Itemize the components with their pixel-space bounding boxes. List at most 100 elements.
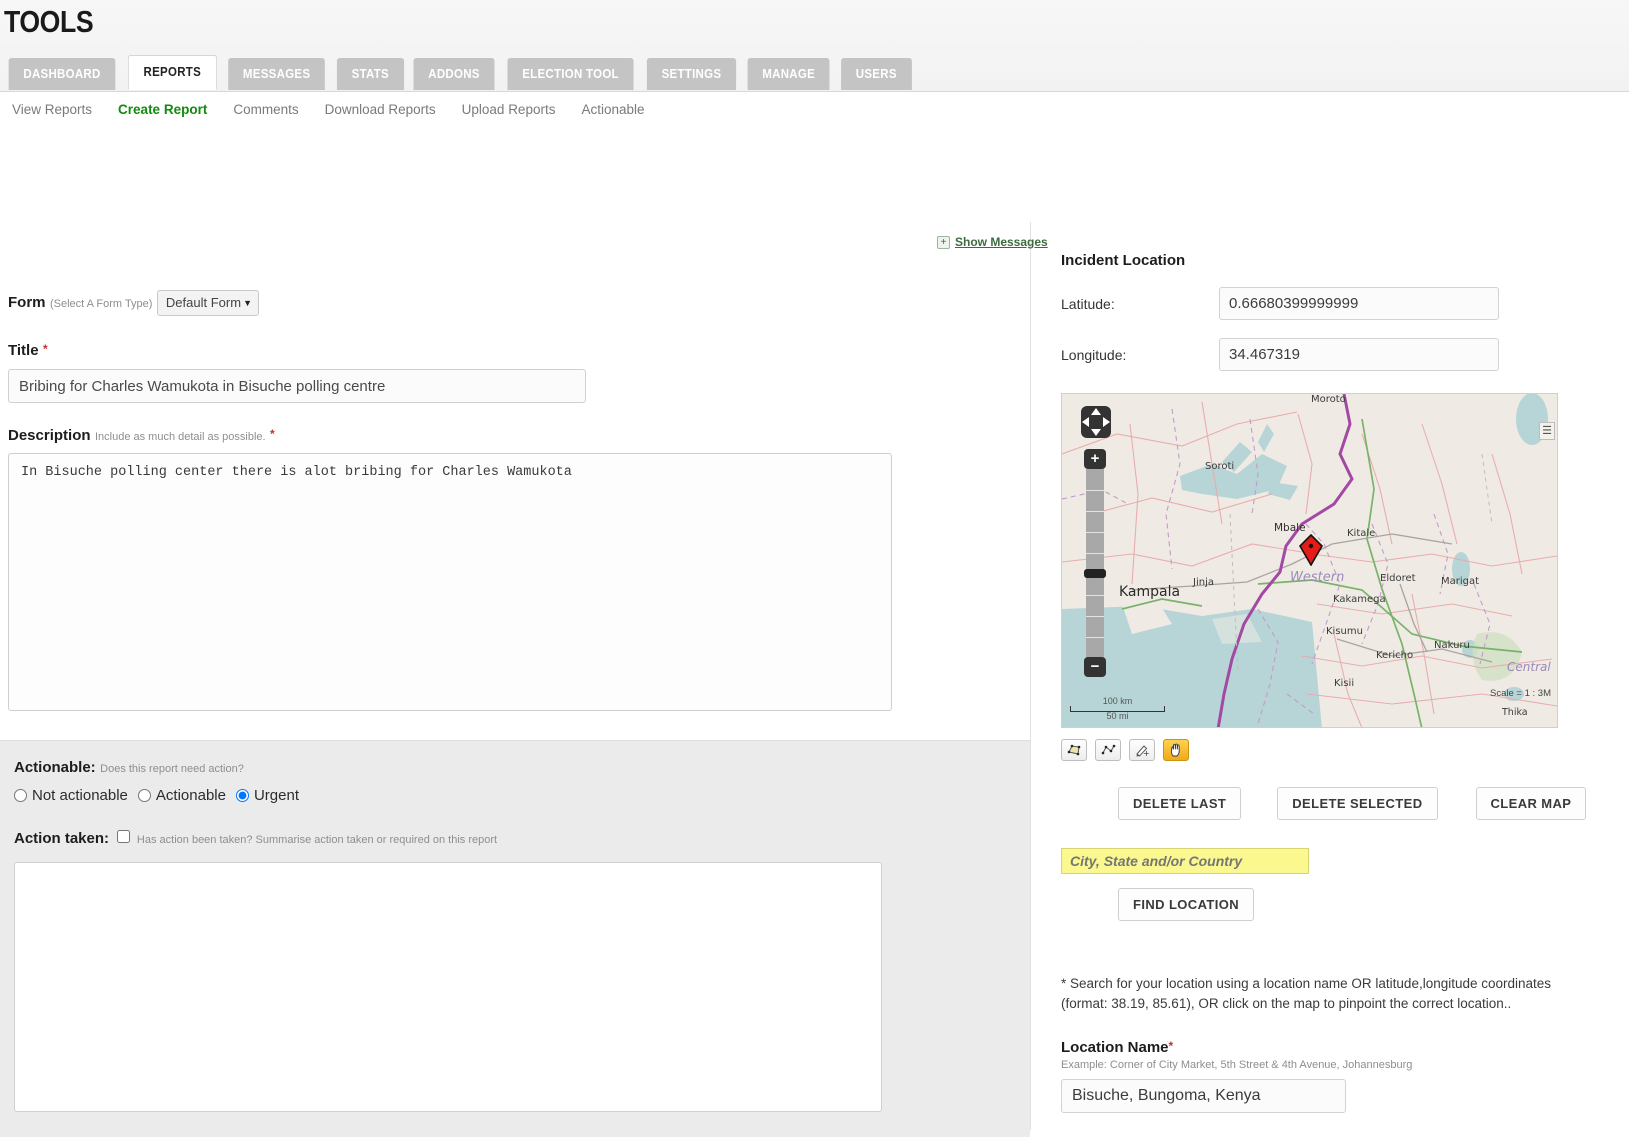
subnav-view-reports[interactable]: View Reports: [12, 102, 92, 117]
tab-election-tool[interactable]: ELECTION TOOL: [507, 58, 634, 90]
action-taken-checkbox[interactable]: [117, 830, 131, 843]
map-label-kakamega: Kakamega: [1333, 594, 1386, 605]
location-map[interactable]: Kampala Jinja Soroti Moroto Mbale Kitale…: [1061, 393, 1558, 728]
latitude-input[interactable]: [1219, 287, 1499, 320]
tab-addons[interactable]: ADDONS: [413, 58, 495, 90]
map-label-western: Western: [1290, 570, 1345, 585]
tab-manage[interactable]: MANAGE: [747, 58, 831, 90]
show-messages-link[interactable]: Show Messages: [955, 235, 1048, 249]
longitude-label: Longitude:: [1061, 346, 1127, 363]
longitude-row: Longitude:: [1061, 338, 1601, 371]
primary-tabs: DASHBOARD REPORTS MESSAGES STATS ADDONS …: [4, 55, 914, 90]
clear-map-button[interactable]: CLEAR MAP: [1475, 787, 1587, 820]
description-required-mark: *: [270, 427, 275, 441]
form-label: Form: [8, 294, 46, 311]
tab-dashboard[interactable]: DASHBOARD: [8, 58, 116, 90]
radio-not-actionable[interactable]: Not actionable: [14, 787, 128, 804]
radio-actionable-label: Actionable: [155, 787, 226, 804]
map-label-soroti: Soroti: [1205, 461, 1235, 472]
description-textarea[interactable]: [8, 453, 892, 711]
location-name-input[interactable]: [1061, 1079, 1346, 1114]
map-label-kampala: Kampala: [1119, 584, 1181, 600]
radio-actionable[interactable]: Actionable: [137, 787, 226, 804]
plus-icon[interactable]: +: [937, 235, 950, 249]
title-required-mark: *: [43, 342, 48, 356]
map-label-marigat: Marigat: [1441, 576, 1480, 587]
map-label-thika: Thika: [1502, 707, 1528, 718]
chevron-down-icon: ▼: [243, 298, 252, 308]
map-action-buttons: DELETE LAST DELETE SELECTED CLEAR MAP: [1061, 787, 1601, 820]
tab-users[interactable]: USERS: [840, 58, 912, 90]
description-hint: Include as much detail as possible.: [94, 431, 266, 443]
title-field: Title *: [0, 342, 1030, 403]
description-field: Description Include as much detail as po…: [0, 427, 1030, 716]
pan-hand-icon[interactable]: [1163, 739, 1189, 761]
tab-messages[interactable]: MESSAGES: [228, 58, 326, 90]
show-messages-toggle[interactable]: + Show Messages: [937, 235, 1048, 249]
map-scale-mi: 50 mi: [1106, 711, 1129, 721]
action-taken-label: Action taken:: [14, 830, 110, 847]
longitude-input[interactable]: [1219, 338, 1499, 371]
subnav-create-report[interactable]: Create Report: [118, 102, 207, 117]
map-scale-text: Scale = 1 : 3M: [1490, 688, 1551, 699]
actionable-panel: Actionable: Does this report need action…: [0, 740, 1030, 1137]
location-help-text: * Search for your location using a locat…: [1061, 976, 1552, 1011]
sub-navigation: View Reports Create Report Comments Down…: [12, 102, 645, 117]
action-taken-textarea[interactable]: [14, 862, 882, 1112]
actionable-radio-group: Not actionable Actionable Urgent: [14, 787, 1016, 804]
title-input[interactable]: [8, 369, 586, 403]
form-type-select[interactable]: Default Form ▼: [156, 290, 259, 316]
map-layers-icon[interactable]: ☰: [1539, 422, 1555, 440]
map-label-jinja: Jinja: [1193, 577, 1214, 588]
map-label-central: Central: [1507, 660, 1551, 674]
latitude-row: Latitude:: [1061, 287, 1601, 320]
subnav-comments[interactable]: Comments: [233, 102, 298, 117]
title-label: Title: [8, 342, 39, 359]
subnav-upload-reports[interactable]: Upload Reports: [462, 102, 556, 117]
draw-polygon-icon[interactable]: [1061, 739, 1087, 761]
find-location-button[interactable]: FIND LOCATION: [1118, 888, 1255, 921]
map-zoom-out-button[interactable]: −: [1084, 657, 1106, 677]
map-zoom-track[interactable]: [1084, 469, 1106, 657]
app-title: TOOLS: [4, 4, 94, 39]
map-zoom-in-button[interactable]: +: [1084, 449, 1106, 469]
svg-text:+: +: [1143, 749, 1150, 757]
actionable-heading: Actionable: Does this report need action…: [14, 759, 1016, 777]
radio-not-actionable-label: Not actionable: [32, 787, 128, 804]
location-search-input[interactable]: [1061, 848, 1309, 874]
map-label-nakuru: Nakuru: [1434, 640, 1470, 651]
location-name-required-mark: *: [1168, 1039, 1174, 1054]
incident-location-title: Incident Location: [1061, 252, 1186, 269]
radio-not-actionable-input[interactable]: [14, 789, 27, 802]
column-divider: [1030, 222, 1031, 1130]
top-header: TOOLS DASHBOARD REPORTS MESSAGES STATS A…: [0, 0, 1629, 117]
report-form-column: Form (Select A Form Type) Default Form ▼ …: [0, 222, 1030, 1137]
tab-reports[interactable]: REPORTS: [127, 55, 217, 90]
delete-last-button[interactable]: DELETE LAST: [1118, 787, 1242, 820]
find-location-row: FIND LOCATION: [1061, 888, 1601, 921]
map-label-eldoret: Eldoret: [1380, 573, 1416, 584]
location-name-heading: Location Name*: [1061, 1039, 1601, 1056]
radio-urgent-input[interactable]: [235, 789, 249, 802]
map-label-kitale: Kitale: [1347, 528, 1376, 539]
map-label-kisii: Kisii: [1334, 678, 1355, 689]
tab-settings[interactable]: SETTINGS: [647, 58, 737, 90]
delete-selected-button[interactable]: DELETE SELECTED: [1277, 787, 1438, 820]
incident-location-column: + Show Messages Incident Location Latitu…: [937, 222, 1601, 1114]
subnav-actionable[interactable]: Actionable: [581, 102, 644, 117]
form-type-select-value: Default Form: [165, 295, 242, 310]
description-label: Description: [8, 427, 91, 444]
map-scale-km: 100 km: [1102, 696, 1133, 706]
map-zoom-handle[interactable]: [1084, 569, 1106, 578]
map-label-kisumu: Kisumu: [1326, 626, 1363, 637]
map-pan-control[interactable]: [1074, 401, 1118, 443]
radio-urgent[interactable]: Urgent: [235, 787, 299, 804]
draw-line-icon[interactable]: [1095, 739, 1121, 761]
map-zoom-slider[interactable]: + −: [1084, 449, 1106, 679]
draw-point-icon[interactable]: +: [1129, 739, 1155, 761]
location-name-example: Example: Corner of City Market, 5th Stre…: [1061, 1059, 1413, 1072]
subnav-download-reports[interactable]: Download Reports: [325, 102, 436, 117]
actionable-hint: Does this report need action?: [100, 763, 244, 775]
tab-stats[interactable]: STATS: [336, 58, 404, 90]
radio-actionable-input[interactable]: [137, 789, 151, 802]
